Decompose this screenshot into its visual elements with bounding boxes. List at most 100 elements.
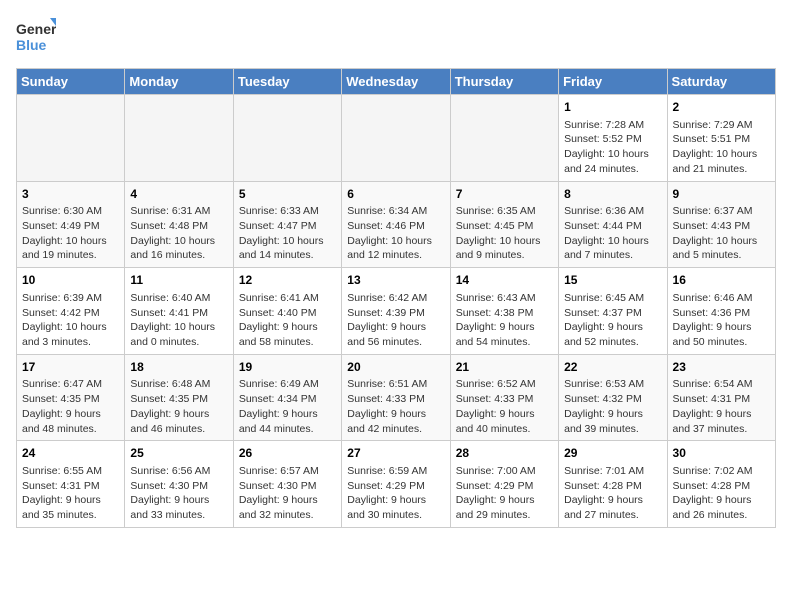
calendar-cell: 18Sunrise: 6:48 AM Sunset: 4:35 PM Dayli… <box>125 354 233 441</box>
calendar-cell: 24Sunrise: 6:55 AM Sunset: 4:31 PM Dayli… <box>17 441 125 528</box>
day-info: Sunrise: 6:55 AM Sunset: 4:31 PM Dayligh… <box>22 464 119 523</box>
day-info: Sunrise: 7:00 AM Sunset: 4:29 PM Dayligh… <box>456 464 553 523</box>
day-number: 7 <box>456 186 553 203</box>
calendar-table: SundayMondayTuesdayWednesdayThursdayFrid… <box>16 68 776 528</box>
day-info: Sunrise: 7:28 AM Sunset: 5:52 PM Dayligh… <box>564 118 661 177</box>
calendar-week-1: 3Sunrise: 6:30 AM Sunset: 4:49 PM Daylig… <box>17 181 776 268</box>
calendar-cell: 11 Sunrise: 6:40 AM Sunset: 4:41 PM Dayli… <box>125 268 233 355</box>
day-info: Sunrise: 6:49 AM Sunset: 4:34 PM Dayligh… <box>239 377 336 436</box>
day-info: Sunrise: 6:45 AM Sunset: 4:37 PM Dayligh… <box>564 291 661 350</box>
day-number: 27 <box>347 445 444 462</box>
day-number: 16 <box>673 272 770 289</box>
day-number: 11 <box>130 272 227 289</box>
calendar-cell: 4Sunrise: 6:31 AM Sunset: 4:48 PM Daylig… <box>125 181 233 268</box>
day-info: Sunrise: 6:41 AM Sunset: 4:40 PM Dayligh… <box>239 291 336 350</box>
weekday-header-saturday: Saturday <box>667 69 775 95</box>
day-number: 14 <box>456 272 553 289</box>
calendar-cell: 12 Sunrise: 6:41 AM Sunset: 4:40 PM Dayli… <box>233 268 341 355</box>
day-info: Sunrise: 6:57 AM Sunset: 4:30 PM Dayligh… <box>239 464 336 523</box>
calendar-cell: 3Sunrise: 6:30 AM Sunset: 4:49 PM Daylig… <box>17 181 125 268</box>
day-number: 9 <box>673 186 770 203</box>
day-number: 13 <box>347 272 444 289</box>
day-number: 5 <box>239 186 336 203</box>
logo-bird-icon: General Blue <box>16 16 56 56</box>
day-info: Sunrise: 6:48 AM Sunset: 4:35 PM Dayligh… <box>130 377 227 436</box>
calendar-cell: 9Sunrise: 6:37 AM Sunset: 4:43 PM Daylig… <box>667 181 775 268</box>
day-info: Sunrise: 6:52 AM Sunset: 4:33 PM Dayligh… <box>456 377 553 436</box>
weekday-header-thursday: Thursday <box>450 69 558 95</box>
calendar-week-0: 1 Sunrise: 7:28 AM Sunset: 5:52 PM Daylig… <box>17 95 776 182</box>
day-number: 20 <box>347 359 444 376</box>
calendar-cell <box>125 95 233 182</box>
calendar-cell: 22Sunrise: 6:53 AM Sunset: 4:32 PM Dayli… <box>559 354 667 441</box>
calendar-cell: 29 Sunrise: 7:01 AM Sunset: 4:28 PM Dayli… <box>559 441 667 528</box>
calendar-week-4: 24Sunrise: 6:55 AM Sunset: 4:31 PM Dayli… <box>17 441 776 528</box>
day-number: 28 <box>456 445 553 462</box>
day-info: Sunrise: 7:01 AM Sunset: 4:28 PM Dayligh… <box>564 464 661 523</box>
calendar-cell <box>233 95 341 182</box>
day-number: 25 <box>130 445 227 462</box>
calendar-cell: 14 Sunrise: 6:43 AM Sunset: 4:38 PM Dayli… <box>450 268 558 355</box>
day-number: 3 <box>22 186 119 203</box>
calendar-cell <box>342 95 450 182</box>
page-header: General Blue <box>16 16 776 56</box>
calendar-cell: 17Sunrise: 6:47 AM Sunset: 4:35 PM Dayli… <box>17 354 125 441</box>
calendar-cell <box>17 95 125 182</box>
day-info: Sunrise: 6:54 AM Sunset: 4:31 PM Dayligh… <box>673 377 770 436</box>
calendar-cell: 8Sunrise: 6:36 AM Sunset: 4:44 PM Daylig… <box>559 181 667 268</box>
svg-text:General: General <box>16 21 56 37</box>
day-number: 2 <box>673 99 770 116</box>
day-info: Sunrise: 7:02 AM Sunset: 4:28 PM Dayligh… <box>673 464 770 523</box>
calendar-cell: 13 Sunrise: 6:42 AM Sunset: 4:39 PM Dayli… <box>342 268 450 355</box>
day-number: 19 <box>239 359 336 376</box>
calendar-cell: 21Sunrise: 6:52 AM Sunset: 4:33 PM Dayli… <box>450 354 558 441</box>
calendar-cell: 30 Sunrise: 7:02 AM Sunset: 4:28 PM Dayli… <box>667 441 775 528</box>
day-number: 12 <box>239 272 336 289</box>
day-info: Sunrise: 6:59 AM Sunset: 4:29 PM Dayligh… <box>347 464 444 523</box>
day-info: Sunrise: 6:33 AM Sunset: 4:47 PM Dayligh… <box>239 204 336 263</box>
calendar-cell: 16 Sunrise: 6:46 AM Sunset: 4:36 PM Dayli… <box>667 268 775 355</box>
day-info: Sunrise: 6:47 AM Sunset: 4:35 PM Dayligh… <box>22 377 119 436</box>
calendar-cell: 5Sunrise: 6:33 AM Sunset: 4:47 PM Daylig… <box>233 181 341 268</box>
day-number: 22 <box>564 359 661 376</box>
calendar-cell: 7Sunrise: 6:35 AM Sunset: 4:45 PM Daylig… <box>450 181 558 268</box>
day-number: 30 <box>673 445 770 462</box>
day-info: Sunrise: 6:36 AM Sunset: 4:44 PM Dayligh… <box>564 204 661 263</box>
weekday-header-friday: Friday <box>559 69 667 95</box>
day-info: Sunrise: 6:51 AM Sunset: 4:33 PM Dayligh… <box>347 377 444 436</box>
day-info: Sunrise: 6:30 AM Sunset: 4:49 PM Dayligh… <box>22 204 119 263</box>
day-number: 15 <box>564 272 661 289</box>
calendar-cell: 2Sunrise: 7:29 AM Sunset: 5:51 PM Daylig… <box>667 95 775 182</box>
calendar-cell <box>450 95 558 182</box>
calendar-cell: 20Sunrise: 6:51 AM Sunset: 4:33 PM Dayli… <box>342 354 450 441</box>
svg-text:Blue: Blue <box>16 37 47 53</box>
calendar-cell: 6Sunrise: 6:34 AM Sunset: 4:46 PM Daylig… <box>342 181 450 268</box>
calendar-header-row: SundayMondayTuesdayWednesdayThursdayFrid… <box>17 69 776 95</box>
day-number: 4 <box>130 186 227 203</box>
day-info: Sunrise: 6:56 AM Sunset: 4:30 PM Dayligh… <box>130 464 227 523</box>
day-info: Sunrise: 6:42 AM Sunset: 4:39 PM Dayligh… <box>347 291 444 350</box>
day-number: 29 <box>564 445 661 462</box>
day-info: Sunrise: 6:43 AM Sunset: 4:38 PM Dayligh… <box>456 291 553 350</box>
day-number: 1 <box>564 99 661 116</box>
day-info: Sunrise: 6:37 AM Sunset: 4:43 PM Dayligh… <box>673 204 770 263</box>
day-info: Sunrise: 6:40 AM Sunset: 4:41 PM Dayligh… <box>130 291 227 350</box>
calendar-cell: 23Sunrise: 6:54 AM Sunset: 4:31 PM Dayli… <box>667 354 775 441</box>
calendar-week-3: 17Sunrise: 6:47 AM Sunset: 4:35 PM Dayli… <box>17 354 776 441</box>
day-info: Sunrise: 6:34 AM Sunset: 4:46 PM Dayligh… <box>347 204 444 263</box>
logo: General Blue <box>16 16 56 56</box>
day-number: 10 <box>22 272 119 289</box>
calendar-cell: 25 Sunrise: 6:56 AM Sunset: 4:30 PM Dayli… <box>125 441 233 528</box>
calendar-cell: 10 Sunrise: 6:39 AM Sunset: 4:42 PM Dayli… <box>17 268 125 355</box>
weekday-header-wednesday: Wednesday <box>342 69 450 95</box>
calendar-week-2: 10 Sunrise: 6:39 AM Sunset: 4:42 PM Dayli… <box>17 268 776 355</box>
weekday-header-monday: Monday <box>125 69 233 95</box>
day-info: Sunrise: 6:39 AM Sunset: 4:42 PM Dayligh… <box>22 291 119 350</box>
day-number: 6 <box>347 186 444 203</box>
day-number: 23 <box>673 359 770 376</box>
day-info: Sunrise: 6:46 AM Sunset: 4:36 PM Dayligh… <box>673 291 770 350</box>
weekday-header-tuesday: Tuesday <box>233 69 341 95</box>
calendar-cell: 15 Sunrise: 6:45 AM Sunset: 4:37 PM Dayli… <box>559 268 667 355</box>
logo-text: General Blue <box>16 16 56 56</box>
day-number: 8 <box>564 186 661 203</box>
